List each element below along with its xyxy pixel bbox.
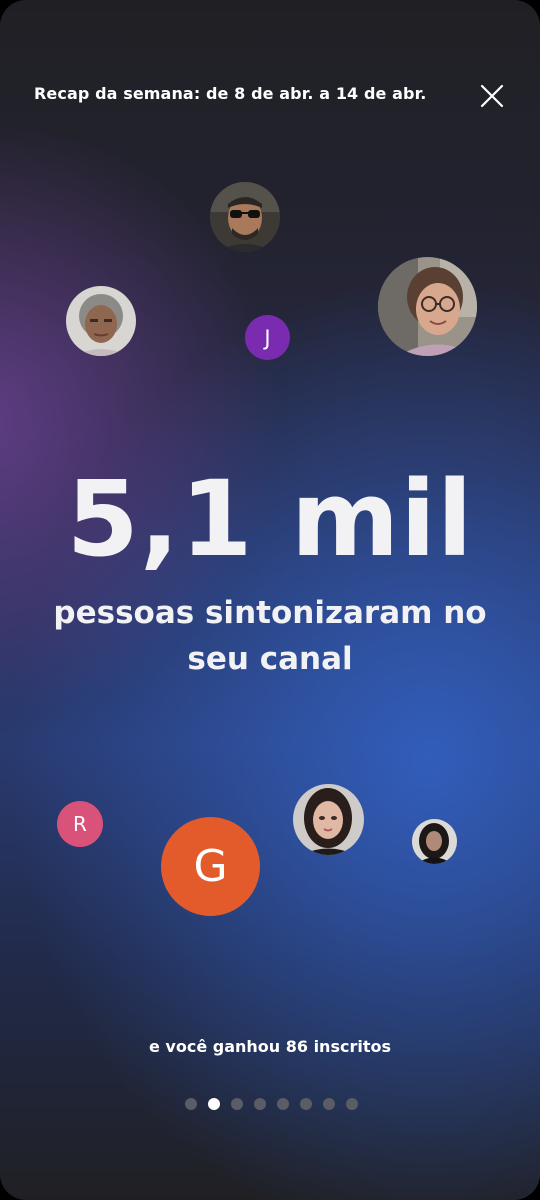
viewer-avatar-photo <box>66 286 136 356</box>
viewer-avatar-photo <box>412 819 457 864</box>
viewer-avatar-letter: G <box>161 817 260 916</box>
viewers-description: pessoas sintonizaram no seu canal <box>53 595 487 677</box>
recap-screen: Recap da semana: de 8 de abr. a 14 de ab… <box>0 0 540 1200</box>
viewer-avatar-photo <box>210 182 280 252</box>
page-indicator <box>185 1098 358 1110</box>
avatar-letter: G <box>193 841 228 892</box>
close-button[interactable] <box>474 78 510 114</box>
page-dot[interactable] <box>277 1098 289 1110</box>
close-icon <box>480 84 504 108</box>
page-dot[interactable] <box>300 1098 312 1110</box>
avatar-letter: R <box>73 812 87 836</box>
viewer-avatar-letter: J <box>245 315 290 360</box>
viewers-count: 5,1 mil <box>66 458 474 580</box>
page-dot[interactable] <box>346 1098 358 1110</box>
recap-title: Recap da semana: de 8 de abr. a 14 de ab… <box>34 84 427 103</box>
page-dot[interactable] <box>185 1098 197 1110</box>
page-dot[interactable] <box>254 1098 266 1110</box>
viewer-avatar-letter: R <box>57 801 103 847</box>
page-dot[interactable] <box>323 1098 335 1110</box>
viewer-avatar-photo <box>378 257 477 356</box>
viewer-avatar-photo <box>293 784 364 855</box>
avatar-letter: J <box>264 325 271 350</box>
subscribers-gained-text: e você ganhou 86 inscritos <box>149 1037 391 1056</box>
page-dot[interactable] <box>231 1098 243 1110</box>
page-dot-active[interactable] <box>208 1098 220 1110</box>
